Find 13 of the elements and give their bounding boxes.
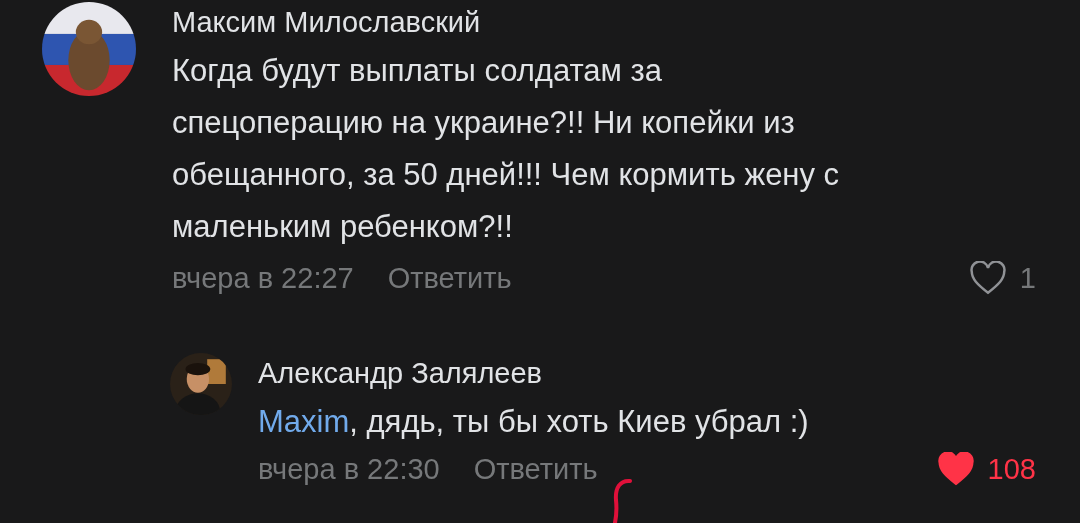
timestamp: вчера в 22:30 [258, 452, 440, 486]
reply-link[interactable]: Ответить [473, 452, 598, 486]
comment-text: Когда будут выплаты солдатам за спецоперацию на украине?!! Ни копейки из обещанного, за 50 дней!!! Чем кормить жену с маленьким ребенком?!! [172, 52, 840, 246]
heart-filled-icon[interactable] [935, 452, 976, 486]
reply-link[interactable]: Ответить [387, 261, 512, 295]
mention-link[interactable]: Maxim [258, 404, 350, 439]
heart-icon[interactable] [967, 261, 1008, 295]
author-name[interactable]: Максим Милославский [172, 6, 481, 39]
like-count: 108 [987, 452, 1036, 486]
author-name[interactable]: Александр Залялеев [258, 357, 542, 390]
comment-text: Maxim, дядь, ты бы хоть Киев убрал :) [258, 403, 809, 441]
timestamp: вчера в 22:27 [172, 261, 354, 295]
like-count: 1 [1019, 261, 1036, 295]
